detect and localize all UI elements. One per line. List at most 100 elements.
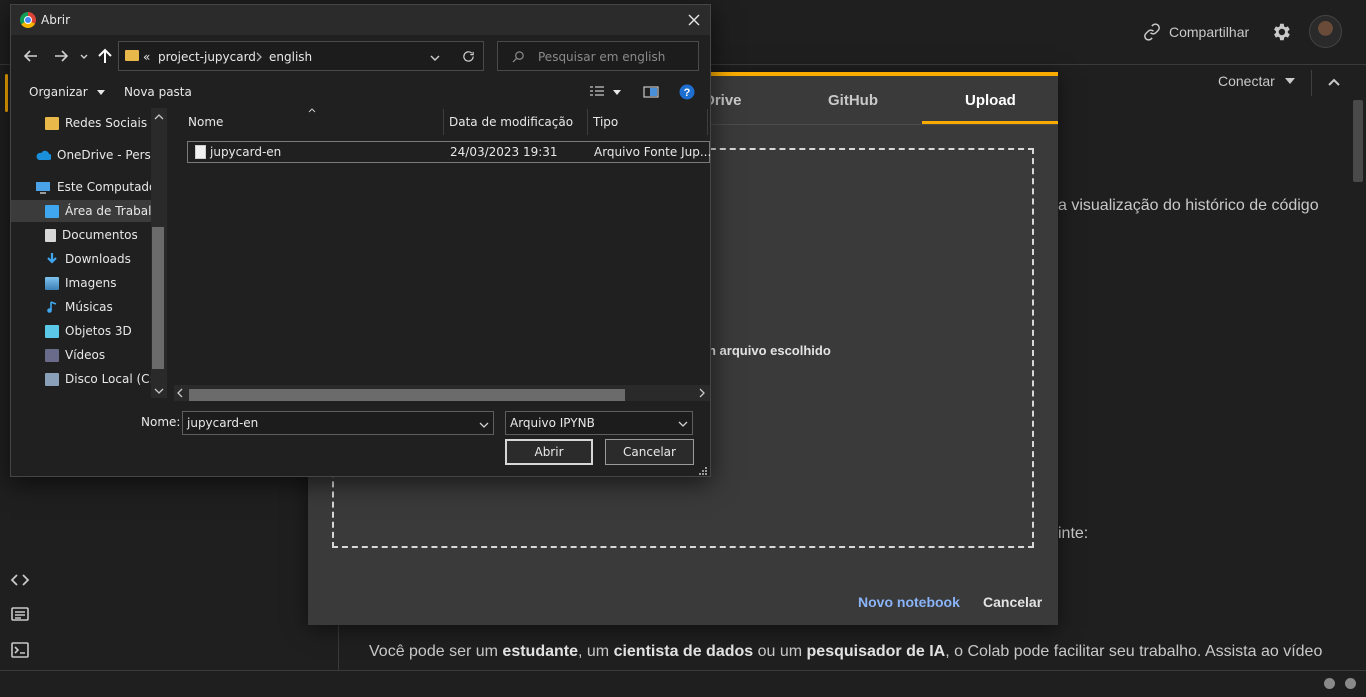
cancel-button[interactable]: Cancelar: [605, 439, 694, 465]
videos-icon: [45, 348, 59, 362]
close-icon[interactable]: [685, 11, 703, 29]
navigation-tree: Redes Sociais OneDrive - Persor Este Com…: [11, 108, 169, 398]
tree-item-disco-local[interactable]: Disco Local (C:): [11, 368, 151, 390]
tree-item-imagens[interactable]: Imagens: [11, 272, 151, 294]
folder-icon: [45, 116, 59, 130]
dialog-title: Abrir: [41, 13, 71, 27]
tree-item-redes-sociais[interactable]: Redes Sociais: [11, 112, 151, 134]
recent-locations-icon[interactable]: [79, 46, 89, 66]
column-header-name[interactable]: Nome: [188, 115, 223, 129]
caret-down-icon: [1284, 78, 1295, 84]
breadcrumb-prefix: «: [143, 50, 151, 64]
help-icon[interactable]: ?: [679, 84, 695, 100]
view-options-icon[interactable]: [589, 85, 605, 99]
onedrive-icon: [36, 150, 51, 160]
tree-item-downloads[interactable]: Downloads: [11, 248, 151, 270]
file-type-value: Arquivo IPYNB: [510, 416, 595, 430]
resize-grip-icon[interactable]: [697, 465, 707, 475]
tree-item-area-de-trabalho[interactable]: Área de Trabalho: [11, 200, 151, 222]
chevron-down-icon: [678, 421, 688, 427]
preview-pane-icon[interactable]: [643, 85, 659, 99]
history-text: a visualização do histórico de código: [1058, 197, 1319, 214]
address-bar[interactable]: « project-jupycard english: [118, 41, 484, 71]
rail-active-indicator: [5, 74, 8, 112]
tree-item-onedrive[interactable]: OneDrive - Persor: [11, 144, 151, 166]
status-indicator: [1345, 678, 1356, 689]
tab-github[interactable]: GitHub: [828, 92, 878, 116]
caret-down-icon[interactable]: [613, 90, 621, 95]
status-bar: [0, 670, 1366, 697]
breadcrumb-project-jupycard[interactable]: project-jupycard: [158, 50, 256, 64]
table-row[interactable]: jupycard-en 24/03/2023 19:31 Arquivo Fon…: [187, 141, 712, 163]
intro-paragraph: Você pode ser um estudante, um cientista…: [369, 643, 1323, 660]
tree-item-documentos[interactable]: Documentos: [11, 224, 151, 246]
file-name: jupycard-en: [210, 145, 282, 159]
file-icon: [195, 145, 206, 159]
chrome-icon: [20, 12, 36, 28]
tree-item-este-computador[interactable]: Este Computador: [11, 176, 151, 198]
snippets-icon[interactable]: [10, 606, 30, 622]
back-icon[interactable]: [21, 46, 41, 66]
terminal-icon[interactable]: [10, 642, 30, 658]
page-scrollbar[interactable]: [1353, 100, 1363, 182]
sort-ascending-icon: [308, 108, 316, 113]
documents-icon: [45, 228, 56, 242]
column-header-modified[interactable]: Data de modificação: [449, 115, 573, 129]
drive-icon: [45, 372, 59, 386]
open-button[interactable]: Abrir: [505, 439, 593, 465]
status-indicator: [1324, 678, 1335, 689]
chevron-right-icon: [256, 52, 262, 62]
column-separator[interactable]: [587, 109, 588, 135]
column-separator[interactable]: [707, 109, 708, 135]
music-icon: [47, 301, 57, 313]
chevron-down-icon[interactable]: [479, 420, 489, 430]
tree-item-videos[interactable]: Vídeos: [11, 344, 151, 366]
chevron-down-icon[interactable]: [430, 54, 440, 62]
file-name-label: Nome:: [141, 415, 181, 429]
organize-menu[interactable]: Organizar: [29, 85, 105, 99]
active-tab-indicator: [922, 121, 1058, 124]
up-folder-icon[interactable]: [95, 46, 115, 66]
file-type: Arquivo Fonte Jup...: [594, 145, 712, 159]
gear-icon[interactable]: [1270, 21, 1292, 43]
file-name-input[interactable]: jupycard-en: [182, 411, 494, 435]
new-notebook-button[interactable]: Novo notebook: [858, 594, 960, 610]
following-text: inte:: [1058, 525, 1089, 542]
code-icon[interactable]: [10, 572, 30, 588]
avatar[interactable]: [1309, 15, 1342, 48]
breadcrumb-english[interactable]: english: [269, 50, 312, 64]
file-name-value: jupycard-en: [187, 416, 259, 430]
share-button[interactable]: Compartilhar: [1143, 22, 1249, 42]
file-modified: 24/03/2023 19:31: [450, 145, 558, 159]
share-label: Compartilhar: [1169, 24, 1250, 40]
downloads-icon: [47, 253, 57, 264]
scroll-down-icon[interactable]: [154, 387, 164, 395]
link-icon: [1144, 23, 1160, 41]
desktop-icon: [45, 204, 59, 218]
file-status-text: n arquivo escolhido: [708, 343, 831, 358]
new-folder-button[interactable]: Nova pasta: [124, 85, 192, 99]
column-separator[interactable]: [443, 109, 444, 135]
svg-text:?: ?: [684, 87, 691, 99]
tree-item-musicas[interactable]: Músicas: [11, 296, 151, 318]
scroll-up-icon[interactable]: [154, 113, 164, 121]
search-icon: [512, 51, 524, 63]
tree-scrollbar-thumb[interactable]: [152, 227, 164, 369]
chevron-up-icon[interactable]: [1326, 74, 1342, 90]
dialog-title-bar: Abrir: [11, 5, 710, 35]
search-input[interactable]: Pesquisar em english: [497, 41, 699, 71]
computer-icon: [36, 181, 50, 194]
refresh-icon[interactable]: [462, 50, 475, 63]
tree-item-objetos-3d[interactable]: Objetos 3D: [11, 320, 151, 342]
scroll-left-icon[interactable]: [176, 388, 184, 398]
tab-upload[interactable]: Upload: [965, 92, 1016, 116]
cancel-button[interactable]: Cancelar: [983, 594, 1042, 610]
column-header-type[interactable]: Tipo: [593, 115, 618, 129]
forward-icon[interactable]: [51, 46, 71, 66]
file-type-select[interactable]: Arquivo IPYNB: [505, 411, 693, 435]
images-icon: [45, 276, 59, 290]
file-list-scrollbar-thumb[interactable]: [189, 389, 625, 401]
search-placeholder: Pesquisar em english: [538, 50, 666, 64]
scroll-right-icon[interactable]: [698, 388, 706, 398]
connect-button[interactable]: Conectar: [1218, 73, 1295, 89]
